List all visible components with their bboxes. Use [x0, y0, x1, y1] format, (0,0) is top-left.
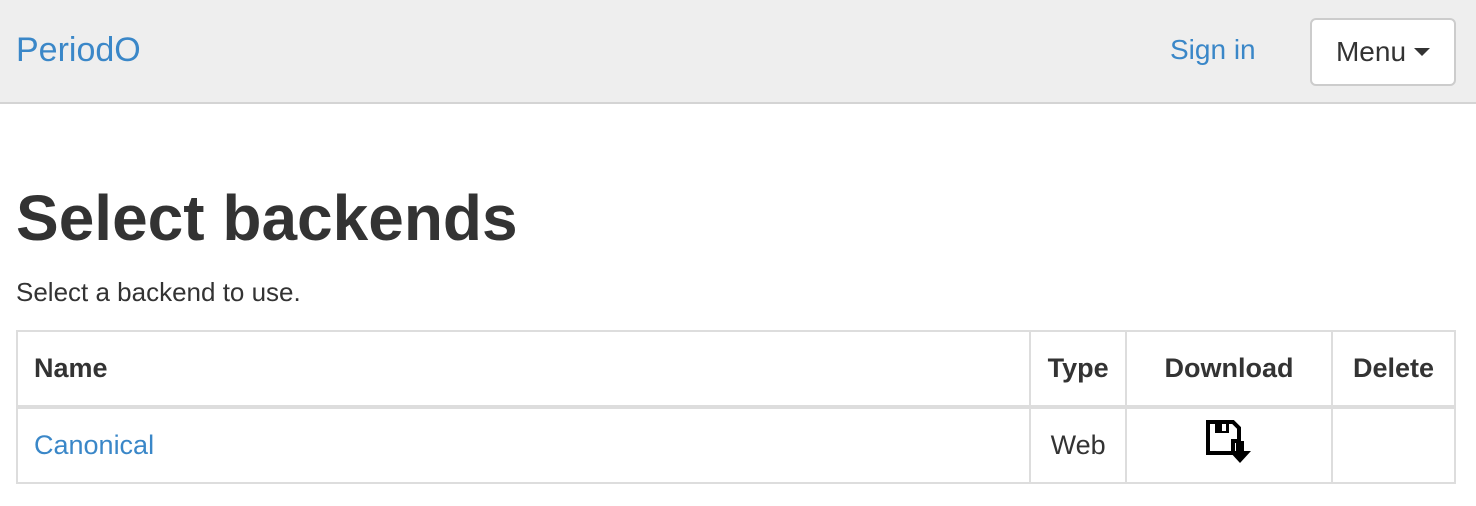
- menu-button-label: Menu: [1335, 36, 1407, 67]
- navbar: PeriodO Sign in Menu: [0, 0, 1476, 104]
- brand-link[interactable]: PeriodO: [16, 28, 141, 72]
- column-header-name: Name: [15, 330, 1032, 409]
- page-subtitle: Select a backend to use.: [16, 277, 301, 307]
- caret-down-icon: [1414, 48, 1431, 56]
- cell-download: [1125, 406, 1333, 484]
- backend-link-canonical[interactable]: Canonical: [34, 430, 154, 460]
- backends-table: Name Type Download Delete Canonical Web: [15, 330, 1457, 484]
- cell-delete: [1330, 406, 1457, 484]
- table-row: Canonical Web: [15, 406, 1457, 484]
- page-title: Select backends: [16, 182, 518, 254]
- column-header-delete: Delete: [1330, 330, 1457, 409]
- floppy-disk-download-icon[interactable]: [1205, 419, 1253, 472]
- cell-type: Web: [1029, 406, 1128, 484]
- table-header-row: Name Type Download Delete: [15, 330, 1457, 409]
- cell-name: Canonical: [15, 406, 1032, 484]
- column-header-type: Type: [1029, 330, 1128, 409]
- column-header-download: Download: [1125, 330, 1333, 409]
- menu-button[interactable]: Menu: [1310, 18, 1456, 86]
- sign-in-link[interactable]: Sign in: [1170, 30, 1256, 70]
